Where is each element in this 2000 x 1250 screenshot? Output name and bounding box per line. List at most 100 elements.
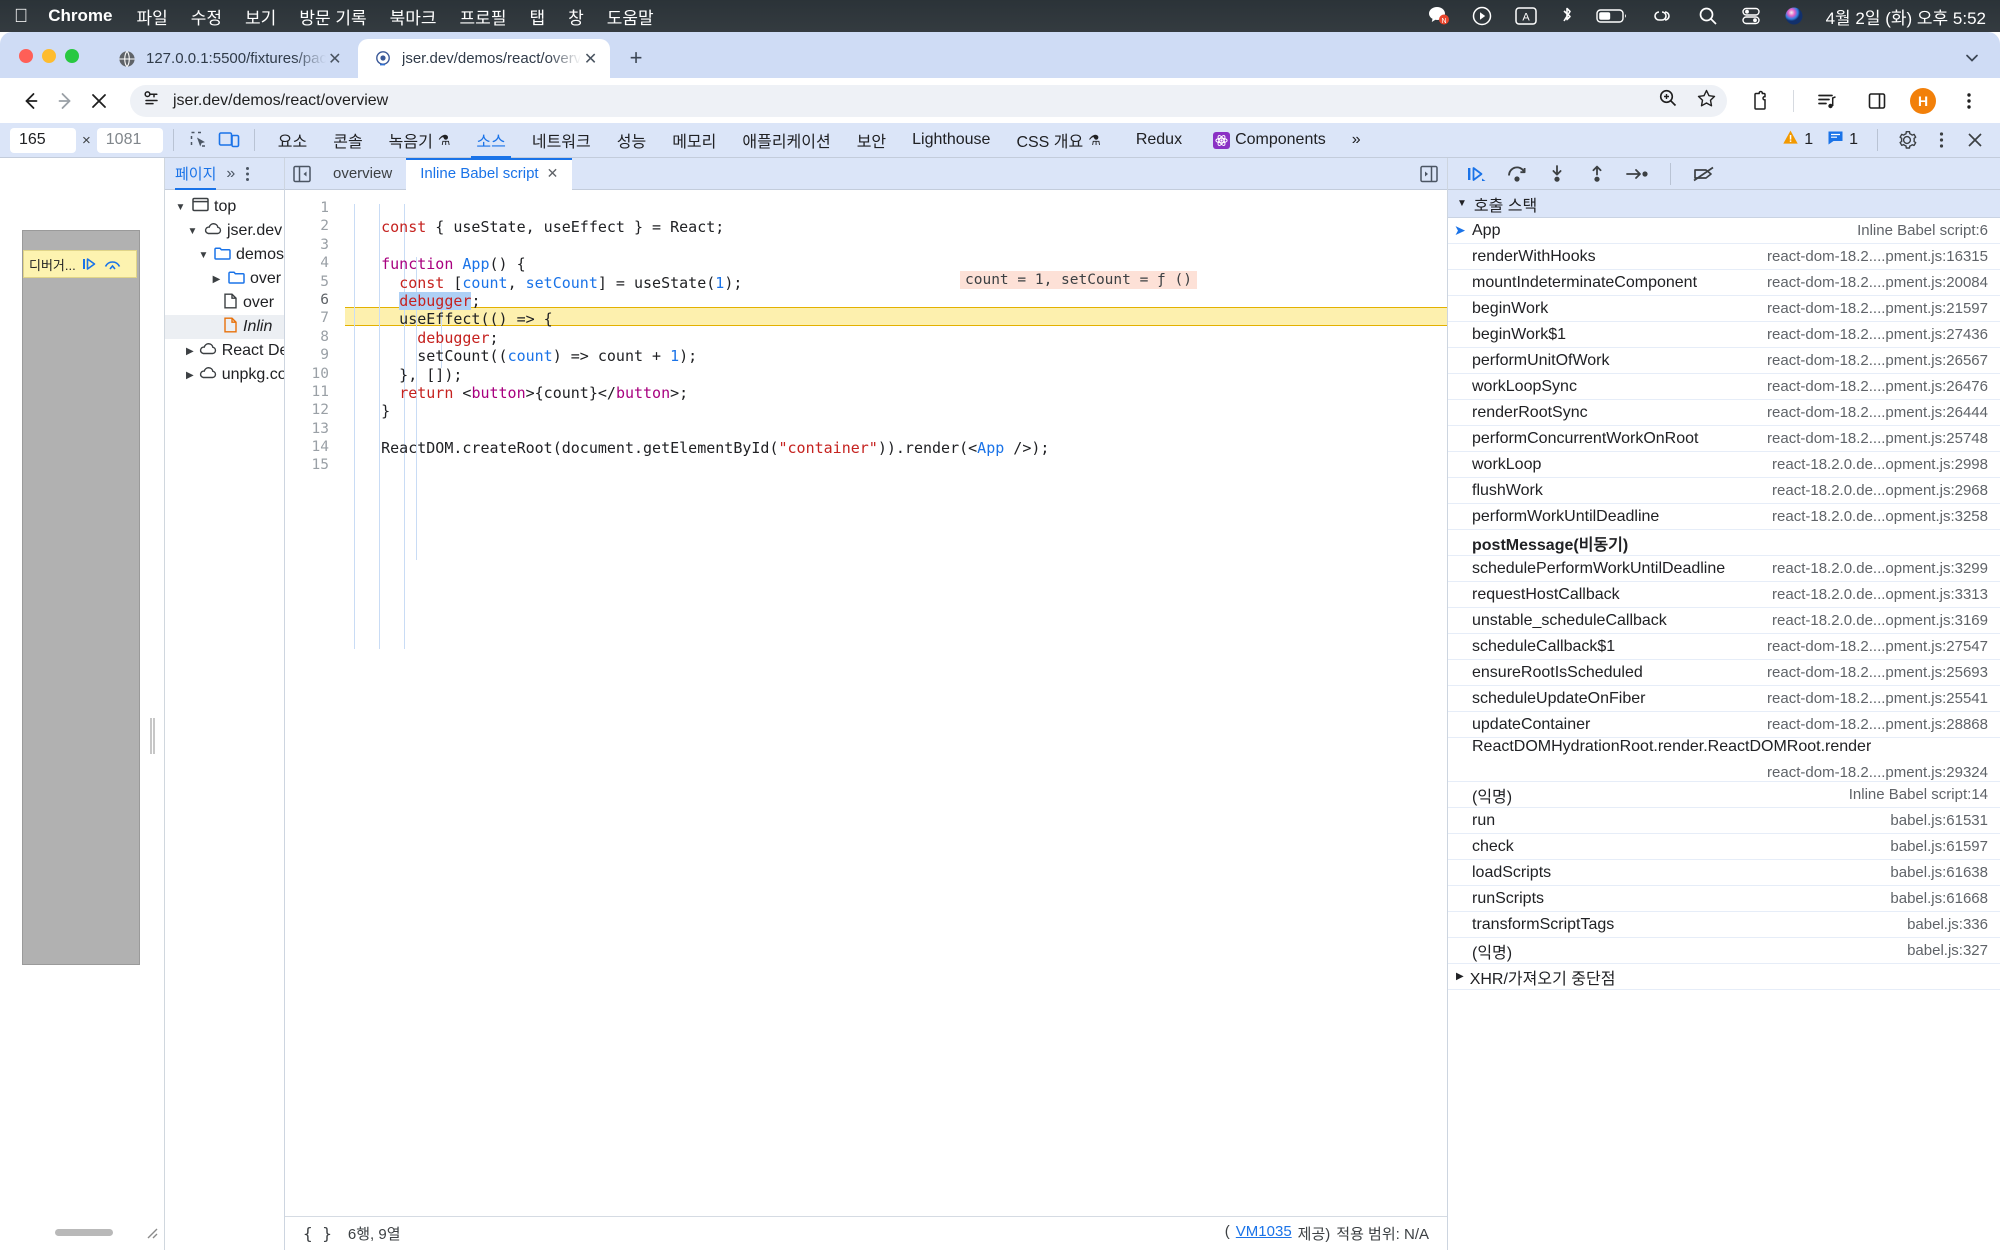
call-stack-row[interactable]: unstable_scheduleCallback react-18.2.0.de… xyxy=(1448,608,2000,634)
call-stack-row[interactable]: workLoopSync react-dom-18.2....pment.js:2… xyxy=(1448,374,2000,400)
tab-memory[interactable]: 메모리 xyxy=(659,123,729,158)
siri-icon[interactable] xyxy=(1784,6,1804,26)
call-stack-row[interactable]: ReactDOMHydrationRoot.render.ReactDOMRoo… xyxy=(1448,738,2000,782)
tab-elements[interactable]: 요소 xyxy=(265,123,320,158)
call-stack-section-header[interactable]: ▼ 호출 스택 xyxy=(1448,190,2000,218)
kebab-menu-icon[interactable] xyxy=(245,166,250,182)
menu-item-help[interactable]: 도움말 xyxy=(607,4,654,29)
call-stack-row[interactable]: check babel.js:61597 xyxy=(1448,834,2000,860)
editor-tab-overview[interactable]: overview xyxy=(319,158,406,190)
tree-item-demos[interactable]: ▼ demos xyxy=(165,243,284,267)
call-stack-row[interactable]: requestHostCallback react-18.2.0.de...opm… xyxy=(1448,582,2000,608)
resume-script-icon[interactable] xyxy=(82,257,98,271)
back-arrow-icon[interactable] xyxy=(14,84,48,118)
bookmark-star-icon[interactable] xyxy=(1696,88,1717,114)
browser-tab-2[interactable]: jser.dev/demos/react/overvie ✕ xyxy=(358,39,610,78)
hide-overlay-icon[interactable] xyxy=(104,257,121,271)
navigator-overflow-icon[interactable]: » xyxy=(226,165,235,183)
close-tab-2-icon[interactable]: ✕ xyxy=(581,49,600,69)
control-center-icon[interactable] xyxy=(1740,6,1762,26)
error-count-badge[interactable]: 1 xyxy=(1777,129,1818,151)
step-over-icon[interactable] xyxy=(1500,160,1534,188)
call-stack-row[interactable]: runScripts babel.js:61668 xyxy=(1448,886,2000,912)
menu-item-window[interactable]: 창 xyxy=(568,4,584,29)
show-debugger-icon[interactable] xyxy=(1411,165,1447,183)
input-source-A-icon[interactable]: A xyxy=(1514,6,1538,26)
call-stack-row-active[interactable]: ➤ App Inline Babel script:6 xyxy=(1448,218,2000,244)
device-height-input[interactable]: 1081 xyxy=(96,127,163,153)
step-icon[interactable] xyxy=(1620,160,1654,188)
profile-avatar[interactable]: H xyxy=(1910,87,1936,114)
spotlight-search-icon[interactable] xyxy=(1698,6,1718,26)
tree-item-overview-folder[interactable]: ▶ over xyxy=(165,267,284,291)
debugger-scroll-area[interactable]: ▼ 호출 스택 ➤ App Inline Babel script:6 rend… xyxy=(1448,190,2000,1250)
tab-sources[interactable]: 소스 xyxy=(463,123,518,158)
call-stack-row[interactable]: (익명) Inline Babel script:14 xyxy=(1448,782,2000,808)
menu-item-profiles[interactable]: 프로필 xyxy=(460,4,507,29)
tree-item-react-devtools[interactable]: ▶ React De xyxy=(165,339,284,363)
call-stack-row[interactable]: loadScripts babel.js:61638 xyxy=(1448,860,2000,886)
tab-network[interactable]: 네트워크 xyxy=(519,123,604,158)
tree-item-jser-dev[interactable]: ▼ jser.dev xyxy=(165,219,284,243)
call-stack-row[interactable]: scheduleUpdateOnFiber react-dom-18.2....p… xyxy=(1448,686,2000,712)
show-navigator-icon[interactable] xyxy=(285,165,319,183)
call-stack-row[interactable]: performWorkUntilDeadline react-18.2.0.de.… xyxy=(1448,504,2000,530)
airdrop-link-icon[interactable] xyxy=(1650,7,1676,25)
call-stack-row[interactable]: workLoop react-18.2.0.de...opment.js:2998 xyxy=(1448,452,2000,478)
call-stack-row[interactable]: beginWork$1 react-dom-18.2....pment.js:27… xyxy=(1448,322,2000,348)
call-stack-row[interactable]: beginWork react-dom-18.2....pment.js:2159… xyxy=(1448,296,2000,322)
call-stack-row[interactable]: flushWork react-18.2.0.de...opment.js:296… xyxy=(1448,478,2000,504)
tree-item-top[interactable]: ▼ top xyxy=(165,195,284,219)
tab-css-overview[interactable]: CSS 개요 ⚗ xyxy=(1003,123,1113,158)
expand-arrow-icon[interactable]: ▶ xyxy=(186,370,194,381)
kebab-menu-icon[interactable] xyxy=(1926,126,1956,154)
step-out-icon[interactable] xyxy=(1580,160,1614,188)
message-count-badge[interactable]: 1 xyxy=(1822,129,1863,151)
expand-arrow-icon[interactable]: ▼ xyxy=(174,202,187,213)
code-editor[interactable]: 1 2 3 4 5 6 7 8 9 10 11 12 13 14 15 cons… xyxy=(285,190,1447,1216)
call-stack-row[interactable]: renderWithHooks react-dom-18.2....pment.j… xyxy=(1448,244,2000,270)
tab-application[interactable]: 애플리케이션 xyxy=(729,123,843,158)
tab-components[interactable]: Components xyxy=(1195,123,1339,158)
call-stack-row[interactable]: (익명) babel.js:327 xyxy=(1448,938,2000,964)
close-window-button[interactable] xyxy=(19,49,33,63)
stop-x-icon[interactable] xyxy=(82,84,116,118)
viewport-scrollbar[interactable] xyxy=(55,1229,113,1236)
resume-script-icon[interactable] xyxy=(1460,160,1494,188)
naver-chat-icon[interactable]: N xyxy=(1428,6,1450,26)
site-settings-icon[interactable] xyxy=(142,89,161,113)
apple-logo-icon[interactable]:  xyxy=(14,7,28,26)
close-editor-tab-icon[interactable]: ✕ xyxy=(547,165,559,182)
xhr-breakpoints-section-header[interactable]: ▶ XHR/가져오기 중단점 xyxy=(1448,964,2000,990)
viewport-resize-handle[interactable] xyxy=(150,718,155,754)
expand-arrow-icon[interactable]: ▼ xyxy=(186,226,199,237)
close-devtools-icon[interactable] xyxy=(1960,126,1990,154)
menu-item-tab[interactable]: 탭 xyxy=(529,4,545,29)
tree-item-overview-file[interactable]: over xyxy=(165,291,284,315)
extensions-puzzle-icon[interactable] xyxy=(1743,84,1777,118)
deactivate-breakpoints-icon[interactable] xyxy=(1687,160,1721,188)
menu-item-file[interactable]: 파일 xyxy=(136,4,167,29)
tab-security[interactable]: 보안 xyxy=(844,123,899,158)
gear-icon[interactable] xyxy=(1892,126,1922,154)
menu-item-view[interactable]: 보기 xyxy=(245,4,276,29)
reading-list-icon[interactable] xyxy=(1810,84,1844,118)
expand-arrow-icon[interactable]: ▶ xyxy=(186,346,194,357)
call-stack-row[interactable]: performUnitOfWork react-dom-18.2....pment… xyxy=(1448,348,2000,374)
battery-icon[interactable] xyxy=(1595,7,1628,25)
address-bar[interactable]: jser.dev/demos/react/overview xyxy=(130,84,1727,117)
forward-arrow-icon[interactable] xyxy=(48,84,82,118)
menu-app-name[interactable]: Chrome xyxy=(48,6,112,26)
menu-item-history[interactable]: 방문 기록 xyxy=(299,4,366,29)
call-stack-row[interactable]: schedulePerformWorkUntilDeadline react-18… xyxy=(1448,556,2000,582)
more-tabs-button[interactable]: » xyxy=(1339,123,1374,158)
call-stack-row[interactable]: transformScriptTags babel.js:336 xyxy=(1448,912,2000,938)
inspect-element-icon[interactable] xyxy=(184,126,214,154)
expand-arrow-icon[interactable]: ▶ xyxy=(210,274,223,285)
viewport-resize-corner-icon[interactable] xyxy=(144,1225,158,1242)
pretty-print-icon[interactable]: { } xyxy=(303,1224,332,1243)
bluetooth-icon[interactable] xyxy=(1560,6,1574,26)
new-tab-button[interactable]: + xyxy=(622,44,650,72)
play-circle-icon[interactable] xyxy=(1472,6,1492,26)
chevron-down-icon[interactable] xyxy=(1958,44,1986,72)
